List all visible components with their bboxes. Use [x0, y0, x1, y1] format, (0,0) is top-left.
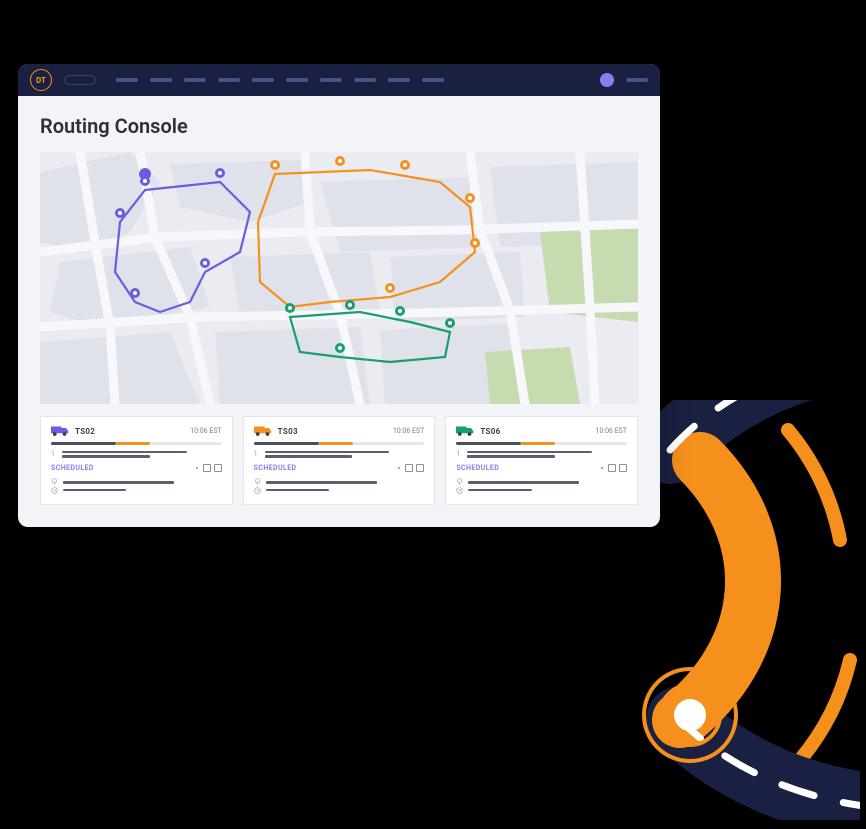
route-card[interactable]: TS02 10:06 EST 1 SCHEDULED [40, 416, 233, 505]
action-icon[interactable] [416, 464, 424, 472]
user-avatar[interactable] [600, 73, 614, 87]
progress-bar [51, 442, 222, 445]
card-time: 10:06 EST [596, 427, 627, 435]
stop-number: 1 [456, 450, 462, 458]
dot-icon [196, 467, 198, 469]
page-title: Routing Console [40, 114, 638, 138]
action-icon[interactable] [619, 464, 627, 472]
dot-icon [398, 467, 400, 469]
status-badge: SCHEDULED [456, 464, 499, 472]
route-card[interactable]: TS06 10:06 EST 1 SCHEDULED [445, 416, 638, 505]
card-time: 10:06 EST [190, 427, 221, 435]
status-badge: SCHEDULED [51, 464, 94, 472]
route-map[interactable] [40, 152, 638, 404]
progress-bar [456, 442, 627, 445]
card-id: TS06 [480, 427, 500, 436]
clock-icon [456, 487, 463, 494]
status-badge: SCHEDULED [254, 464, 297, 472]
clock-icon [51, 487, 58, 494]
truck-icon [254, 425, 272, 437]
stop-number: 1 [254, 450, 260, 458]
progress-bar [254, 442, 425, 445]
title-bar: DT [18, 64, 660, 96]
stop-number: 1 [51, 450, 57, 458]
action-icon[interactable] [608, 464, 616, 472]
truck-icon [51, 425, 69, 437]
action-icon[interactable] [214, 464, 222, 472]
nav-placeholder [116, 78, 588, 82]
nav-pill[interactable] [64, 75, 96, 85]
route-cards: TS02 10:06 EST 1 SCHEDULED [40, 416, 638, 505]
truck-icon [456, 425, 474, 437]
card-time: 10:06 EST [393, 427, 424, 435]
action-icon[interactable] [405, 464, 413, 472]
action-icon[interactable] [203, 464, 211, 472]
route-card[interactable]: TS03 10:06 EST 1 SCHEDULED [243, 416, 436, 505]
card-id: TS03 [278, 427, 298, 436]
dot-icon [601, 467, 603, 469]
pin-icon [254, 478, 261, 485]
pin-icon [456, 478, 463, 485]
nav-end [626, 78, 648, 82]
app-window: DT Routing Console [18, 64, 660, 527]
card-id: TS02 [75, 427, 95, 436]
pin-icon [51, 478, 58, 485]
clock-icon [254, 487, 261, 494]
brand-logo: DT [30, 69, 52, 91]
